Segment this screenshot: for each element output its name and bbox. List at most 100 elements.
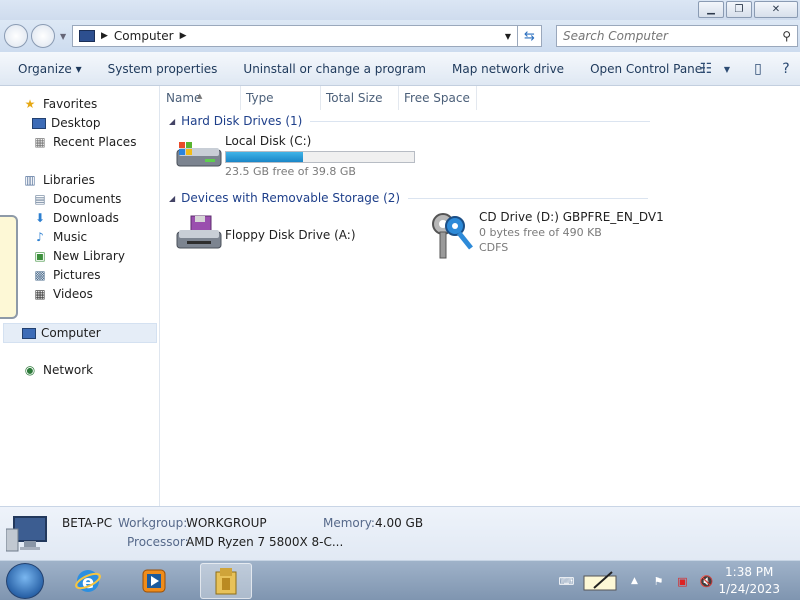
- star-icon: ★: [24, 97, 36, 111]
- collapse-triangle-icon[interactable]: ◢: [169, 194, 175, 203]
- processor-value: AMD Ryzen 7 5800X 8-C...: [186, 535, 344, 549]
- drive-d-free-space: 0 bytes free of 490 KB: [479, 226, 602, 239]
- address-bar[interactable]: ▶ Computer ▶ ▼ ⇆: [72, 25, 542, 47]
- action-center-flag-icon[interactable]: ⚑: [648, 572, 668, 590]
- computer-icon: [79, 30, 95, 42]
- clock[interactable]: 1:38 PM 1/24/2023: [718, 564, 780, 598]
- start-button[interactable]: [6, 563, 44, 599]
- sticky-notes-gadget[interactable]: [0, 215, 18, 319]
- forward-button[interactable]: [31, 24, 55, 48]
- music-icon: ♪: [36, 230, 44, 244]
- views-icon[interactable]: ☷: [692, 56, 720, 82]
- internet-explorer-taskbar-icon[interactable]: e: [62, 563, 114, 599]
- column-free-space[interactable]: Free Space: [399, 86, 477, 110]
- refresh-icon[interactable]: ⇆: [517, 26, 541, 46]
- nav-computer[interactable]: Computer: [3, 323, 157, 343]
- chevron-right-icon[interactable]: ▶: [101, 31, 108, 41]
- drive-d[interactable]: CD Drive (D:) GBPFRE_EN_DV1 0 bytes free…: [429, 210, 664, 259]
- column-name[interactable]: ▲ Name: [161, 86, 241, 110]
- drive-a-name: Floppy Disk Drive (A:): [225, 228, 356, 242]
- drive-c-free-space: 23.5 GB free of 39.8 GB: [225, 165, 356, 178]
- column-headers: ▲ Name Type Total Size Free Space: [161, 86, 800, 110]
- collapse-triangle-icon[interactable]: ◢: [169, 117, 175, 126]
- computer-icon: [22, 327, 36, 339]
- search-input[interactable]: [557, 29, 767, 43]
- system-properties-button[interactable]: System properties: [95, 62, 231, 76]
- search-icon[interactable]: ⚲: [782, 29, 791, 43]
- drive-a[interactable]: Floppy Disk Drive (A:): [175, 212, 356, 260]
- group-hard-disk-drives[interactable]: ◢ Hard Disk Drives (1): [169, 114, 651, 128]
- drive-c[interactable]: Local Disk (C:) 23.5 GB free of 39.8 GB: [175, 134, 415, 182]
- computer-large-icon: [5, 515, 48, 558]
- system-tray: ⌨ ▲ ⚑ ▣ 🔇 1:38 PM 1/24/2023: [554, 561, 800, 600]
- downloads-icon: ⬇: [34, 211, 46, 225]
- network-icon: ◉: [24, 363, 36, 377]
- clock-date: 1/24/2023: [718, 582, 780, 596]
- sticky-notes-tray-icon[interactable]: [580, 571, 620, 591]
- column-total-size[interactable]: Total Size: [321, 86, 399, 110]
- nav-recent-places[interactable]: ▦ Recent Places: [32, 135, 136, 149]
- nav-videos[interactable]: ▦ Videos: [32, 287, 93, 301]
- clock-time: 1:38 PM: [725, 565, 774, 579]
- nav-favorites[interactable]: ★ Favorites: [22, 97, 98, 111]
- nav-documents[interactable]: ▤ Documents: [32, 192, 121, 206]
- show-hidden-icons-icon[interactable]: ▲: [624, 572, 644, 590]
- memory-label: Memory:: [323, 516, 375, 530]
- nav-new-library[interactable]: ▣ New Library: [32, 249, 125, 263]
- nav-network[interactable]: ◉ Network: [22, 363, 93, 377]
- uninstall-program-button[interactable]: Uninstall or change a program: [230, 62, 439, 76]
- drive-c-usage-fill: [226, 152, 304, 162]
- file-list: ▲ Name Type Total Size Free Space ◢ Hard…: [161, 86, 800, 506]
- drive-d-filesystem: CDFS: [479, 241, 509, 254]
- command-bar: Organize ▾ System properties Uninstall o…: [0, 52, 800, 86]
- volume-muted-icon[interactable]: 🔇: [696, 572, 716, 590]
- search-box[interactable]: ⚲: [556, 25, 798, 47]
- network-disconnected-icon[interactable]: ▣: [672, 572, 692, 590]
- address-dropdown-icon[interactable]: ▼: [505, 32, 511, 41]
- map-network-drive-button[interactable]: Map network drive: [439, 62, 577, 76]
- nav-music[interactable]: ♪ Music: [32, 230, 87, 244]
- recent-pages-dropdown-icon[interactable]: ▼: [60, 32, 66, 41]
- memory-value: 4.00 GB: [375, 516, 424, 530]
- libraries-icon: ▥: [24, 173, 36, 187]
- nav-pictures[interactable]: ▩ Pictures: [32, 268, 100, 282]
- address-row: ▼ ▶ Computer ▶ ▼ ⇆ ⚲: [0, 20, 800, 52]
- breadcrumb-computer[interactable]: Computer: [114, 29, 174, 43]
- processor-label: Processor:: [127, 535, 189, 549]
- workgroup-value: WORKGROUP: [186, 516, 267, 530]
- minimize-button[interactable]: ▁: [698, 1, 724, 18]
- drive-c-name: Local Disk (C:): [225, 134, 312, 148]
- floppy-drive-icon: [175, 212, 223, 260]
- drive-c-usage-bar: [225, 151, 415, 163]
- back-button[interactable]: [4, 24, 28, 48]
- media-player-taskbar-icon[interactable]: [128, 563, 180, 599]
- nav-downloads[interactable]: ⬇ Downloads: [32, 211, 119, 225]
- column-type[interactable]: Type: [241, 86, 321, 110]
- group-removable-storage[interactable]: ◢ Devices with Removable Storage (2): [169, 191, 649, 205]
- views-dropdown-icon[interactable]: ▼: [720, 56, 734, 82]
- group-divider: [408, 197, 649, 199]
- cd-drive-key-icon: [429, 210, 477, 259]
- help-icon[interactable]: ?: [772, 56, 800, 82]
- nav-libraries[interactable]: ▥ Libraries: [22, 173, 95, 187]
- close-button[interactable]: ✕: [754, 1, 798, 18]
- maximize-button[interactable]: ❐: [726, 1, 752, 18]
- organize-button[interactable]: Organize ▾: [0, 62, 95, 76]
- taskbar: e ⌨ ▲ ⚑ ▣ 🔇 1:38 PM 1/24/2023: [0, 560, 800, 600]
- navigation-pane: ★ Favorites Desktop ▦ Recent Places ▥ Li…: [0, 86, 160, 506]
- workgroup-label: Workgroup:: [118, 516, 188, 530]
- recent-places-icon: ▦: [34, 135, 46, 149]
- desktop-icon: [32, 117, 46, 129]
- chevron-right-icon[interactable]: ▶: [180, 31, 187, 41]
- documents-icon: ▤: [34, 192, 46, 206]
- preview-pane-icon[interactable]: ▯: [744, 56, 772, 82]
- group-divider: [310, 120, 651, 122]
- explorer-taskbar-icon[interactable]: [200, 563, 252, 599]
- videos-icon: ▦: [34, 287, 46, 301]
- keyboard-icon[interactable]: ⌨: [556, 572, 576, 590]
- sort-ascending-icon: ▲: [197, 92, 203, 100]
- details-pane: BETA-PC Workgroup: WORKGROUP Memory: 4.0…: [0, 506, 800, 560]
- drive-d-name: CD Drive (D:) GBPFRE_EN_DV1: [479, 210, 664, 224]
- new-library-icon: ▣: [34, 249, 46, 263]
- nav-desktop[interactable]: Desktop: [32, 116, 101, 130]
